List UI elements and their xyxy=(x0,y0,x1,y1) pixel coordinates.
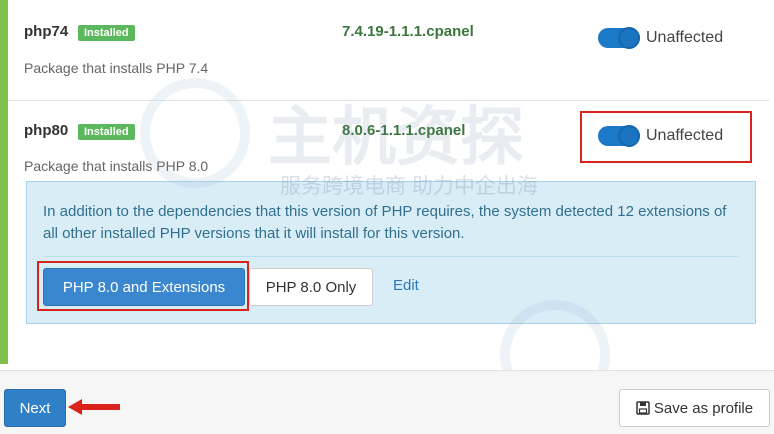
wizard-footer: Next Save as profile xyxy=(0,370,774,434)
unaffected-toggle[interactable] xyxy=(598,27,640,49)
next-button[interactable]: Next xyxy=(4,389,66,427)
save-as-profile-button[interactable]: Save as profile xyxy=(619,389,770,427)
installed-badge: Installed xyxy=(78,25,135,41)
package-name: php74 xyxy=(24,23,69,40)
row-status-bar xyxy=(0,0,8,100)
installed-badge: Installed xyxy=(78,124,135,140)
package-list: php74 Installed 7.4.19-1.1.1.cpanel Pack… xyxy=(0,0,774,370)
floppy-disk-icon xyxy=(636,401,650,415)
row-status-bar xyxy=(0,100,8,364)
toggle-label: Unaffected xyxy=(646,29,724,46)
package-name: php80 xyxy=(24,122,69,139)
red-arrow-left-icon xyxy=(68,399,120,415)
info-message: In addition to the dependencies that thi… xyxy=(43,203,727,242)
toggle-knob xyxy=(618,27,640,49)
package-row-php74: php74 Installed 7.4.19-1.1.1.cpanel Pack… xyxy=(8,0,770,100)
package-description: Package that installs PHP 7.4 xyxy=(24,60,209,76)
package-version: 8.0.6-1.1.1.cpanel xyxy=(342,122,466,139)
edit-link[interactable]: Edit xyxy=(393,277,419,294)
save-as-profile-label: Save as profile xyxy=(653,399,754,417)
toggle-highlight-box xyxy=(580,111,752,163)
button-highlight-box xyxy=(37,261,249,311)
package-version: 7.4.19-1.1.1.cpanel xyxy=(342,23,474,40)
php80-only-button[interactable]: PHP 8.0 Only xyxy=(249,268,373,306)
package-description: Package that installs PHP 8.0 xyxy=(24,158,209,174)
divider xyxy=(43,256,739,257)
